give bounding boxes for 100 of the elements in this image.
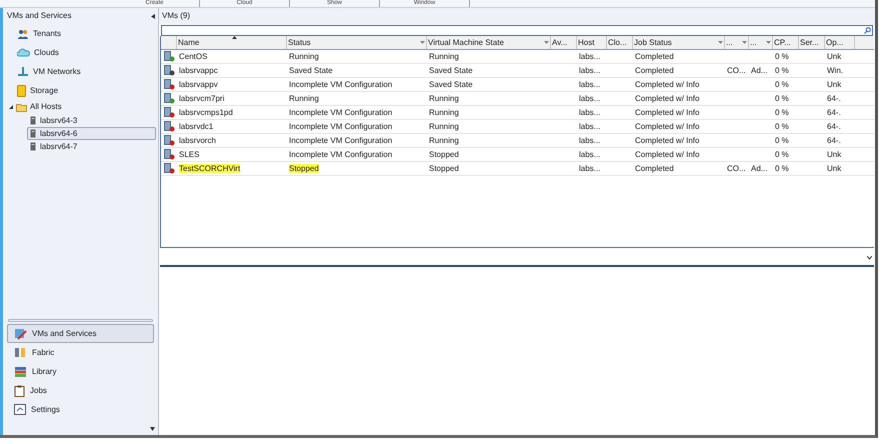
dropdown-icon[interactable] [766, 41, 771, 44]
nav-item[interactable]: Clouds [3, 43, 158, 62]
search-field[interactable] [161, 25, 873, 36]
table-row[interactable]: labsrvappc Saved State Saved State labs... Completed CO... Ad... 0 % Win. [161, 64, 874, 78]
workspace-button[interactable]: Library [7, 362, 154, 381]
column-header[interactable]: Ser... [799, 36, 825, 49]
table-cell: Completed w/ Info [635, 94, 700, 102]
table-cell: labs... [579, 52, 600, 60]
table-cell: Incomplete VM Configuration [289, 80, 392, 88]
dropdown-icon[interactable] [544, 41, 549, 44]
table-cell: 64-. [827, 94, 841, 102]
column-header[interactable]: Name [177, 36, 287, 49]
table-cell: labs... [579, 94, 600, 102]
table-cell: Incomplete VM Configuration [289, 122, 392, 130]
servers-icon [14, 346, 27, 358]
table-cell: labs... [579, 164, 600, 172]
table-cell: SLES [179, 150, 200, 158]
workspace-button[interactable]: VMs and Services [7, 324, 154, 343]
column-header[interactable]: Status [287, 36, 427, 49]
column-header[interactable]: CP... [773, 36, 799, 49]
nav-item[interactable]: Storage [3, 81, 158, 100]
table-cell: 0 % [775, 150, 789, 158]
network-icon [17, 66, 29, 77]
table-cell: Unk [827, 150, 842, 158]
workspace-button[interactable]: Jobs [7, 381, 154, 400]
table-row[interactable]: labsrvdc1 Incomplete VM Configuration Running labs... Completed w/ Info 0 % 64-. [161, 120, 874, 134]
table-cell: Running [289, 52, 319, 60]
host-name: labsrv64-6 [40, 128, 78, 140]
expanded-icon[interactable] [9, 105, 13, 109]
workspace-button[interactable]: Fabric [7, 343, 154, 362]
table-cell: labs... [579, 66, 600, 74]
table-row[interactable]: labsrvorch Incomplete VM Configuration Running labs... Completed w/ Info 0 % 64-. [161, 134, 874, 148]
table-cell: Completed [635, 52, 674, 60]
table-cell: 0 % [775, 122, 789, 130]
table-cell: 64-. [827, 122, 841, 130]
column-header[interactable]: ... [749, 36, 773, 49]
table-cell: labsrvappv [179, 80, 218, 88]
host-tree-item[interactable]: labsrv64-3 [27, 114, 156, 127]
column-header[interactable]: Av... [551, 36, 577, 49]
dropdown-icon[interactable] [718, 41, 723, 44]
table-cell: Win. [827, 66, 843, 74]
table-cell: Completed w/ Info [635, 80, 700, 88]
table-cell: labsrvdc1 [179, 122, 214, 130]
grid-title: VMs (9) [159, 8, 875, 24]
table-cell: labsrvcmps1pd [179, 108, 233, 116]
table-cell: Stopped [289, 164, 319, 172]
column-header[interactable]: Clo... [607, 36, 633, 49]
table-cell: Stopped [429, 150, 459, 158]
host-tree-item[interactable]: labsrv64-7 [27, 140, 156, 153]
cloud-icon [17, 48, 30, 57]
table-cell: labsrvcm7pri [179, 94, 224, 102]
dropdown-icon[interactable] [420, 41, 425, 44]
table-cell: Unk [827, 164, 842, 172]
dropdown-icon[interactable] [742, 41, 747, 44]
table-row[interactable]: labsrvcmps1pd Incomplete VM Configuration Running labs... Completed w/ Info 0 % 64-. [161, 106, 874, 120]
workspace-button[interactable]: Settings [7, 400, 154, 419]
table-row[interactable]: CentOS Running Running labs... Completed 0 % Unk [161, 50, 874, 64]
table-cell: Running [429, 122, 459, 130]
table-cell: Saved State [429, 66, 473, 74]
table-cell: CO... [727, 66, 746, 74]
table-cell: 64-. [827, 108, 841, 116]
table-cell: Ad... [751, 164, 768, 172]
column-header[interactable]: Job Status [633, 36, 725, 49]
column-header[interactable]: Op... [825, 36, 855, 49]
table-cell: 0 % [775, 80, 789, 88]
table-cell: 0 % [775, 66, 789, 74]
tree-item[interactable]: All Hosts [3, 100, 158, 114]
table-cell: Stopped [429, 164, 459, 172]
nav-item[interactable]: Tenants [3, 24, 158, 43]
table-row[interactable]: labsrvappv Incomplete VM Configuration Saved State labs... Completed w/ Info 0 % Unk [161, 78, 874, 92]
host-name: labsrv64-3 [40, 114, 78, 126]
table-cell: labsrvorch [179, 136, 216, 144]
table-cell: Running [429, 94, 459, 102]
table-cell: 0 % [775, 136, 789, 144]
table-cell: Running [429, 52, 459, 60]
table-row[interactable]: SLES Incomplete VM Configuration Stopped labs... Completed w/ Info 0 % Unk [161, 148, 874, 162]
column-header[interactable]: Virtual Machine State [427, 36, 551, 49]
table-cell: CentOS [179, 52, 208, 60]
table-cell: Running [429, 136, 459, 144]
table-cell: Unk [827, 80, 842, 88]
table-cell: Saved State [289, 66, 333, 74]
folder-icon [16, 102, 27, 112]
scroll-down-icon[interactable] [150, 427, 155, 431]
table-cell: labsrvappc [179, 66, 218, 74]
column-header[interactable]: Host [577, 36, 607, 49]
host-tree-item[interactable]: labsrv64-6 [27, 127, 156, 140]
table-cell: Saved State [429, 80, 473, 88]
table-cell: Completed [635, 66, 674, 74]
table-row[interactable]: labsrvcm7pri Running Running labs... Completed w/ Info 0 % 64-. [161, 92, 874, 106]
nav-item[interactable]: VM Networks [3, 62, 158, 81]
storage-icon [17, 84, 26, 96]
collapse-icon[interactable] [151, 14, 155, 18]
table-cell: Completed [635, 164, 674, 172]
table-cell: Ad... [751, 66, 768, 74]
books-icon [14, 366, 27, 378]
column-header[interactable]: ... [725, 36, 749, 49]
host-name: labsrv64-7 [40, 140, 78, 152]
chevron-down-icon[interactable] [867, 256, 872, 260]
table-cell: 0 % [775, 52, 789, 60]
search-icon[interactable] [864, 27, 871, 34]
